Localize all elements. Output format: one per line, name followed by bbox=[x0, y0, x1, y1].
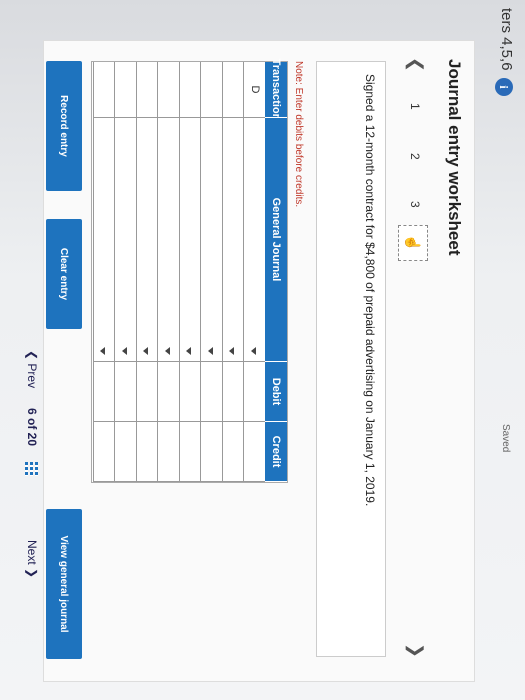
header-general-journal: General Journal bbox=[265, 118, 287, 362]
page-link-2[interactable]: 2 bbox=[408, 153, 422, 160]
table-cell-general-journal[interactable] bbox=[222, 118, 244, 362]
record-entry-button[interactable]: Record entry bbox=[46, 61, 82, 191]
header-transaction: Transaction bbox=[265, 59, 287, 120]
table-cell-credit[interactable] bbox=[243, 422, 265, 482]
journal-entry-panel: Journal entry worksheet ❮ 1 2 3 ☝ ❯ Sign… bbox=[43, 40, 475, 682]
transaction-description: Signed a 12-month contract for $4,800 of… bbox=[316, 61, 386, 657]
worksheet-title: Journal entry worksheet bbox=[445, 59, 464, 256]
table-cell-debit[interactable] bbox=[157, 362, 179, 422]
table-cell-debit[interactable] bbox=[93, 362, 115, 422]
journal-table: Transaction General Journal Debit Credit… bbox=[91, 59, 288, 483]
table-cell-credit[interactable] bbox=[114, 422, 136, 482]
table-cell-general-journal[interactable] bbox=[243, 118, 265, 362]
table-cell-transaction[interactable] bbox=[114, 62, 136, 118]
saved-status: Saved bbox=[500, 424, 511, 453]
table-cell-credit[interactable] bbox=[200, 422, 222, 482]
page-link-1[interactable]: 1 bbox=[408, 103, 422, 110]
header-credit: Credit bbox=[265, 422, 287, 482]
table-cell-debit[interactable] bbox=[114, 362, 136, 422]
header-debit: Debit bbox=[265, 362, 287, 422]
table-cell-general-journal[interactable] bbox=[136, 118, 158, 362]
debit-credit-note: Note: Enter debits before credits. bbox=[293, 61, 304, 208]
prev-label: Prev bbox=[25, 363, 39, 389]
table-cell-general-journal[interactable] bbox=[200, 118, 222, 362]
table-cell-transaction[interactable] bbox=[136, 62, 158, 118]
table-cell-general-journal[interactable] bbox=[179, 118, 201, 362]
pointer-cursor-icon: ☝ bbox=[398, 225, 428, 261]
table-cell-credit[interactable] bbox=[93, 422, 115, 482]
table-cell-debit[interactable] bbox=[200, 362, 222, 422]
page-nav: ❮ 1 2 3 ☝ ❯ bbox=[394, 55, 428, 665]
clear-entry-button[interactable]: Clear entry bbox=[46, 219, 82, 329]
chevron-left-icon[interactable]: ❮ bbox=[405, 57, 426, 72]
next-link[interactable]: Next ❯ bbox=[25, 540, 39, 578]
prev-link[interactable]: ❮ Prev bbox=[25, 350, 39, 388]
table-cell-credit[interactable] bbox=[157, 422, 179, 482]
grid-icon[interactable] bbox=[25, 462, 39, 476]
rotated-screen: ters 4,5,6 i Saved Journal entry workshe… bbox=[0, 0, 525, 700]
table-cell-debit[interactable] bbox=[222, 362, 244, 422]
table-cell-transaction[interactable] bbox=[200, 62, 222, 118]
view-general-journal-button[interactable]: View general journal bbox=[46, 509, 82, 659]
table-cell-credit[interactable] bbox=[136, 422, 158, 482]
table-cell-debit[interactable] bbox=[243, 362, 265, 422]
table-cell-general-journal[interactable] bbox=[93, 118, 115, 362]
table-cell-transaction[interactable]: D bbox=[243, 62, 265, 118]
table-cell-transaction[interactable] bbox=[157, 62, 179, 118]
table-cell-debit[interactable] bbox=[179, 362, 201, 422]
info-icon[interactable]: i bbox=[495, 78, 513, 96]
table-cell-general-journal[interactable] bbox=[157, 118, 179, 362]
table-cell-debit[interactable] bbox=[136, 362, 158, 422]
table-cell-general-journal[interactable] bbox=[114, 118, 136, 362]
table-cell-credit[interactable] bbox=[179, 422, 201, 482]
page-link-3[interactable]: 3 bbox=[408, 201, 422, 208]
top-bar: ters 4,5,6 i Saved bbox=[477, 0, 525, 700]
next-label: Next bbox=[25, 540, 39, 565]
chapter-label: ters 4,5,6 bbox=[498, 8, 515, 71]
chevron-right-icon[interactable]: ❯ bbox=[405, 643, 426, 658]
question-nav: ❮ Prev 6 of 20 Next ❯ bbox=[5, 0, 45, 700]
table-cell-transaction[interactable] bbox=[179, 62, 201, 118]
table-cell-transaction[interactable] bbox=[222, 62, 244, 118]
table-cell-credit[interactable] bbox=[222, 422, 244, 482]
question-position: 6 of 20 bbox=[25, 408, 39, 447]
table-cell-transaction[interactable] bbox=[93, 62, 115, 118]
